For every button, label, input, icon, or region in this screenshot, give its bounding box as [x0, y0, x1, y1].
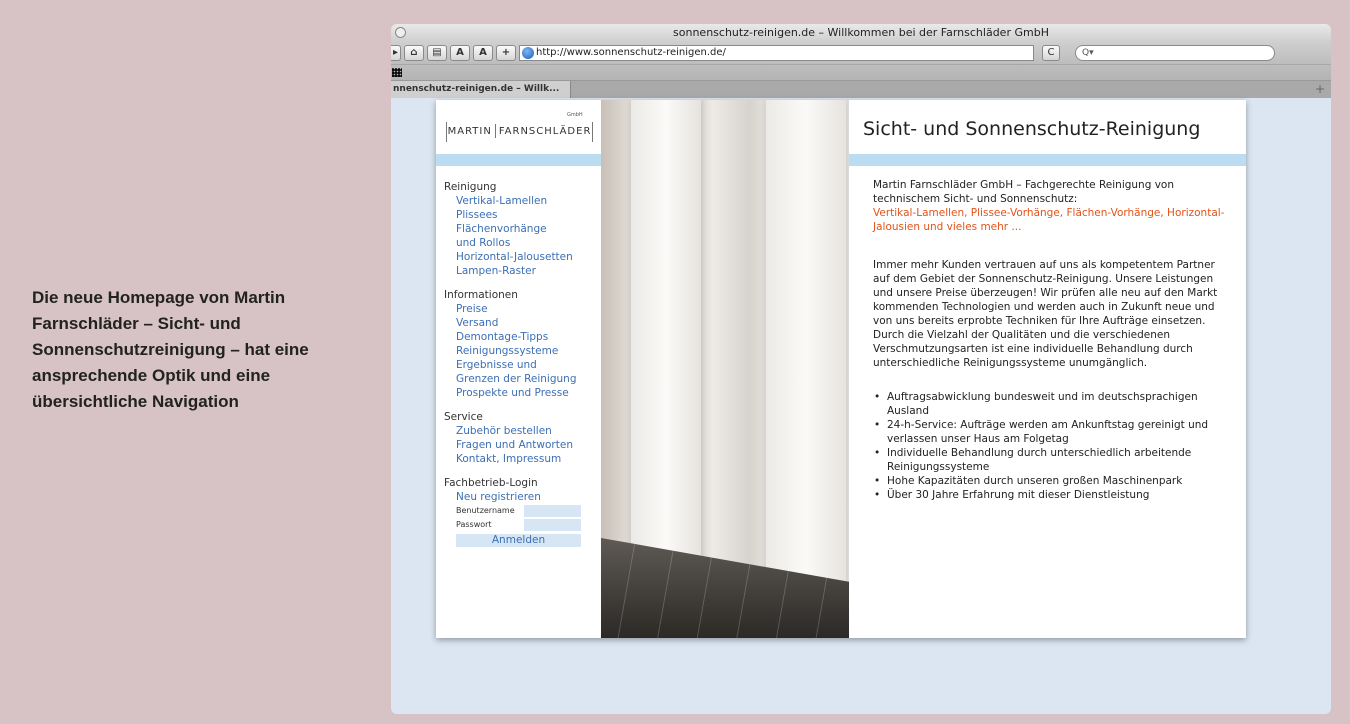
main-paragraph: Immer mehr Kunden vertrauen auf uns als …	[873, 259, 1218, 369]
site-navigation: MARTIN FARNSCHLÄDER GmbH Reinigung Vertik…	[436, 100, 601, 638]
nav-link-flaechen[interactable]: Flächenvorhänge	[444, 222, 581, 236]
figure-caption: Die neue Homepage von Martin Farnschläde…	[32, 288, 309, 411]
back-arrow-icon[interactable]: ▸	[391, 45, 401, 61]
nav-accent-band	[436, 154, 601, 166]
website-page: MARTIN FARNSCHLÄDER GmbH Reinigung Vertik…	[436, 100, 1246, 638]
nav-head-login: Fachbetrieb-Login	[444, 477, 538, 489]
nav-link-zubehoer[interactable]: Zubehör bestellen	[444, 424, 581, 438]
username-label: Benutzername	[456, 506, 515, 515]
site-logo[interactable]: MARTIN FARNSCHLÄDER	[446, 122, 593, 142]
nav-link-versand[interactable]: Versand	[444, 316, 581, 330]
curtain-panel	[631, 100, 701, 620]
new-tab-icon[interactable]: +	[1315, 81, 1325, 98]
username-field[interactable]	[524, 505, 581, 517]
logo-name-first: MARTIN	[447, 126, 492, 137]
nav-link-plissees[interactable]: Plissees	[444, 208, 581, 222]
intro-text: Martin Farnschläder GmbH – Fachgerechte …	[873, 179, 1175, 205]
tab-bar: nnenschutz-reinigen.de – Willk... +	[391, 80, 1331, 98]
logo-gmbh: GmbH	[567, 112, 583, 118]
content-accent-band	[849, 154, 1246, 166]
intro-highlight: Vertikal-Lamellen, Plissee-Vorhänge, Flä…	[873, 207, 1225, 233]
login-button[interactable]: Anmelden	[456, 534, 581, 547]
nav-list: Reinigung Vertikal-Lamellen Plissees Flä…	[444, 180, 581, 547]
logo-name-last: FARNSCHLÄDER	[498, 126, 592, 137]
page-title: Sicht- und Sonnenschutz-Reinigung	[863, 118, 1201, 140]
text-smaller-button[interactable]: A	[450, 45, 470, 61]
nav-link-prospekte[interactable]: Prospekte und Presse	[444, 386, 581, 400]
nav-link-horizontal[interactable]: Horizontal-Jalousetten	[444, 250, 581, 264]
list-item: Über 30 Jahre Erfahrung mit dieser Diens…	[873, 488, 1233, 502]
print-icon[interactable]: ▤	[427, 45, 447, 61]
nav-head-service: Service	[444, 411, 483, 423]
add-bookmark-button[interactable]: +	[496, 45, 516, 61]
main-content: Sicht- und Sonnenschutz-Reinigung Martin…	[849, 100, 1246, 638]
tab-current[interactable]: nnenschutz-reinigen.de – Willk...	[391, 81, 571, 98]
curtain-photo	[601, 100, 849, 638]
nav-head-reinigung: Reinigung	[444, 181, 497, 193]
nav-link-fragen[interactable]: Fragen und Antworten	[444, 438, 581, 452]
text-larger-button[interactable]: A	[473, 45, 493, 61]
list-item: 24-h-Service: Aufträge werden am Ankunft…	[873, 418, 1233, 446]
password-row: Passwort	[444, 518, 581, 532]
nav-link-preise[interactable]: Preise	[444, 302, 581, 316]
curtain-panel	[766, 100, 846, 600]
bookmarks-grid-icon[interactable]	[392, 68, 402, 77]
bookmarks-bar	[391, 64, 1331, 80]
register-link[interactable]: Neu registrieren	[444, 490, 581, 504]
nav-link-demontage[interactable]: Demontage-Tipps	[444, 330, 581, 344]
title-bar: sonnenschutz-reinigen.de – Willkommen be…	[391, 24, 1331, 42]
password-field[interactable]	[524, 519, 581, 531]
nav-link-ergebnisse-2[interactable]: Grenzen der Reinigung	[444, 372, 581, 386]
list-item: Individuelle Behandlung durch unterschie…	[873, 446, 1233, 474]
nav-link-ergebnisse[interactable]: Ergebnisse und	[444, 358, 581, 372]
nav-link-reinigungssysteme[interactable]: Reinigungssysteme	[444, 344, 581, 358]
browser-window: sonnenschutz-reinigen.de – Willkommen be…	[391, 24, 1331, 714]
content-body: Martin Farnschläder GmbH – Fachgerechte …	[873, 178, 1233, 502]
feature-list: Auftragsabwicklung bundesweit und im deu…	[873, 390, 1233, 502]
list-item: Auftragsabwicklung bundesweit und im deu…	[873, 390, 1233, 418]
url-text: http://www.sonnenschutz-reinigen.de/	[536, 47, 726, 58]
home-icon[interactable]: ⌂	[404, 45, 424, 61]
window-button-icon[interactable]	[395, 27, 406, 38]
browser-toolbar: ▸ ⌂ ▤ A A + http://www.sonnenschutz-rein…	[391, 42, 1331, 64]
nav-link-flaechen-2[interactable]: und Rollos	[444, 236, 581, 250]
nav-link-lampen[interactable]: Lampen-Raster	[444, 264, 581, 278]
url-field[interactable]: http://www.sonnenschutz-reinigen.de/	[519, 45, 1034, 61]
globe-icon	[522, 47, 534, 59]
username-row: Benutzername	[444, 504, 581, 518]
search-input[interactable]: Q▾	[1075, 45, 1275, 61]
list-item: Hohe Kapazitäten durch unseren großen Ma…	[873, 474, 1233, 488]
reload-button[interactable]: C	[1042, 45, 1060, 61]
nav-link-vertikal[interactable]: Vertikal-Lamellen	[444, 194, 581, 208]
nav-link-kontakt[interactable]: Kontakt, Impressum	[444, 452, 581, 466]
password-label: Passwort	[456, 520, 492, 529]
window-title: sonnenschutz-reinigen.de – Willkommen be…	[673, 26, 1049, 39]
nav-head-informationen: Informationen	[444, 289, 518, 301]
